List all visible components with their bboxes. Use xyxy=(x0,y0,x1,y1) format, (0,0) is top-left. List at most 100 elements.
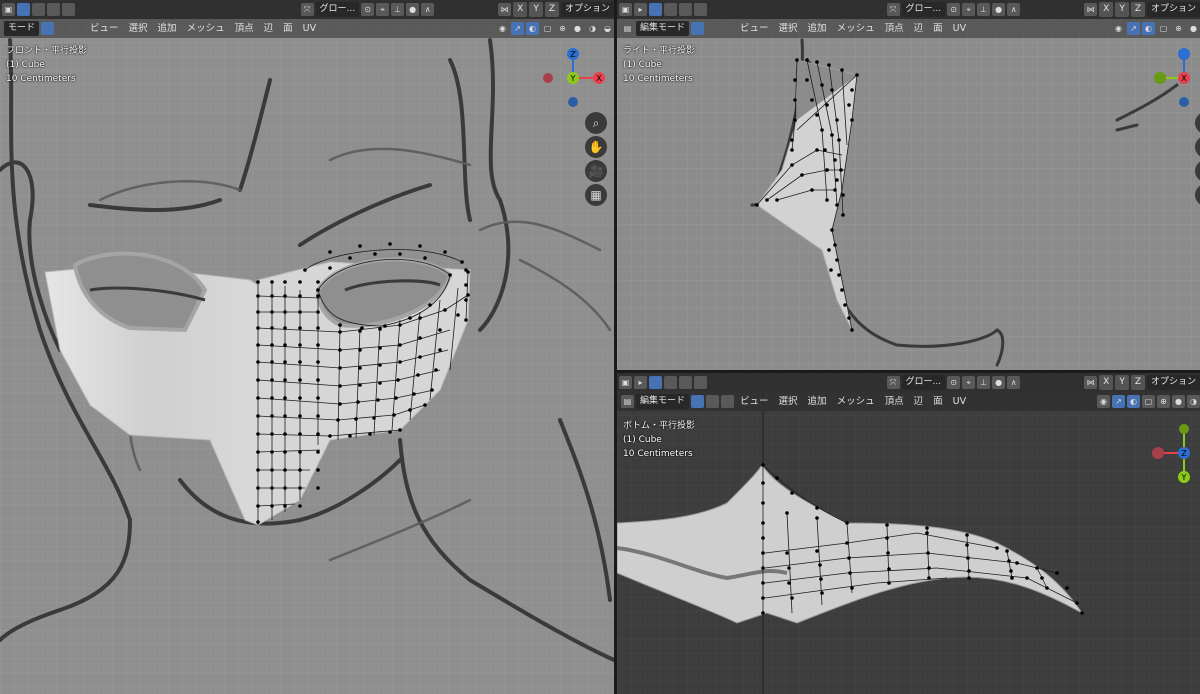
solid-shading-icon[interactable]: ● xyxy=(1187,22,1200,35)
options-dropdown[interactable]: オプション xyxy=(560,2,614,17)
mesh-vertex[interactable] xyxy=(833,243,837,247)
mesh-vertex[interactable] xyxy=(818,563,822,567)
mesh-vertex[interactable] xyxy=(466,293,470,297)
gizmo-toggle-icon[interactable]: ↗ xyxy=(1127,22,1140,35)
mesh-vertex[interactable] xyxy=(256,378,260,382)
mesh-vertex[interactable] xyxy=(787,581,791,585)
mesh-vertex[interactable] xyxy=(830,228,834,232)
mesh-vertex[interactable] xyxy=(316,378,320,382)
mesh-vertex[interactable] xyxy=(338,402,342,406)
mesh-vertex[interactable] xyxy=(270,414,274,418)
mesh-vertex[interactable] xyxy=(338,323,342,327)
axis-x-toggle[interactable]: X xyxy=(1099,2,1114,17)
mesh-vertex[interactable] xyxy=(820,128,824,132)
mesh-vertex[interactable] xyxy=(833,158,837,162)
select-subtract-icon[interactable] xyxy=(47,3,60,16)
mesh-vertex[interactable] xyxy=(298,504,302,508)
mesh-vertex[interactable] xyxy=(398,343,402,347)
mesh-vertex[interactable] xyxy=(843,303,847,307)
mesh-vertex[interactable] xyxy=(761,463,765,467)
mesh-vertex[interactable] xyxy=(256,294,260,298)
menu-face[interactable]: 面 xyxy=(929,394,947,409)
proportional-edit-icon[interactable]: ● xyxy=(992,376,1006,389)
mesh-vertex[interactable] xyxy=(348,256,352,260)
mesh-vertex[interactable] xyxy=(835,258,839,262)
mesh-vertex[interactable] xyxy=(428,303,432,307)
mesh-vertex[interactable] xyxy=(256,326,260,330)
mesh-vertex[interactable] xyxy=(965,533,969,537)
mesh-vertex[interactable] xyxy=(316,486,320,490)
nav-gizmo-front[interactable]: Z X Y xyxy=(538,44,608,114)
mesh-vertex[interactable] xyxy=(785,511,789,515)
falloff-icon[interactable]: ∧ xyxy=(1007,376,1021,389)
rendered-shading-icon[interactable]: ◒ xyxy=(601,22,614,35)
mesh-vertex[interactable] xyxy=(270,468,274,472)
mesh-vertex[interactable] xyxy=(885,536,889,540)
mesh-vertex[interactable] xyxy=(800,173,804,177)
axis-y-toggle[interactable]: Y xyxy=(1115,2,1129,17)
mesh-vertex[interactable] xyxy=(338,348,342,352)
mesh-vertex[interactable] xyxy=(850,118,854,122)
mesh-vertex[interactable] xyxy=(775,198,779,202)
menu-view[interactable]: ビュー xyxy=(86,21,123,36)
proportional-edit-icon[interactable]: ● xyxy=(992,3,1006,16)
solid-shading-icon[interactable]: ● xyxy=(571,22,584,35)
mesh-vertex[interactable] xyxy=(270,450,274,454)
mesh-vertex[interactable] xyxy=(354,417,358,421)
mesh-vertex[interactable] xyxy=(790,596,794,600)
mesh-vertex[interactable] xyxy=(316,326,320,330)
mesh-vertex[interactable] xyxy=(1005,549,1009,553)
viewport-bottom[interactable]: ▣ ▸ ⤧ グロー... ⊙ ⌖ ⊥ ● ∧ ⋈ X Y Z オプション ▤ 編… xyxy=(617,373,1200,694)
mesh-vertex[interactable] xyxy=(830,88,834,92)
mesh-vertex[interactable] xyxy=(790,138,794,142)
mesh-vertex[interactable] xyxy=(338,366,342,370)
mesh-vertex[interactable] xyxy=(256,432,260,436)
options-dropdown[interactable]: オプション xyxy=(1146,375,1200,390)
mode-dropdown[interactable]: モード xyxy=(4,21,40,36)
mesh-vertex[interactable] xyxy=(841,213,845,217)
mesh-vertex[interactable] xyxy=(256,280,260,284)
falloff-icon[interactable]: ∧ xyxy=(421,3,435,16)
axis-z-toggle[interactable]: Z xyxy=(1130,2,1145,17)
mesh-vertex[interactable] xyxy=(256,504,260,508)
select-extend-icon[interactable] xyxy=(664,3,677,16)
face-select-icon[interactable] xyxy=(721,395,735,408)
mesh-vertex[interactable] xyxy=(398,323,402,327)
vertex-select-icon[interactable] xyxy=(41,22,55,35)
mesh-vertex[interactable] xyxy=(378,346,382,350)
mesh-vertex[interactable] xyxy=(785,551,789,555)
mirror-icon[interactable]: ⋈ xyxy=(1084,3,1098,16)
nav-gizmo-right[interactable]: X xyxy=(1150,44,1200,114)
viewport-front[interactable]: ▣ ⤧ グロー... ⊙ ⌖ ⊥ ● ∧ ⋈ X Y Z オプション モード ビ… xyxy=(0,0,614,694)
menu-mesh[interactable]: メッシュ xyxy=(183,21,229,36)
mesh-vertex[interactable] xyxy=(761,551,765,555)
nav-gizmo-bottom[interactable]: Y Z xyxy=(1134,417,1200,487)
mesh-vertex[interactable] xyxy=(927,576,931,580)
mesh-vertex[interactable] xyxy=(464,268,468,272)
mesh-vertex[interactable] xyxy=(464,298,468,302)
mesh-vertex[interactable] xyxy=(256,520,260,524)
xray-icon[interactable]: ▢ xyxy=(1142,395,1155,408)
orientation-dropdown[interactable]: グロー... xyxy=(901,375,946,390)
proportional-edit-icon[interactable]: ● xyxy=(406,3,420,16)
mesh-vertex[interactable] xyxy=(283,310,287,314)
mesh-vertex[interactable] xyxy=(820,591,824,595)
mesh-vertex[interactable] xyxy=(847,316,851,320)
mesh-vertex[interactable] xyxy=(966,556,970,560)
mesh-vertex[interactable] xyxy=(378,327,382,331)
menu-add[interactable]: 追加 xyxy=(804,21,831,36)
mesh-vertex[interactable] xyxy=(283,378,287,382)
mesh-vertex[interactable] xyxy=(316,360,320,364)
axis-x-toggle[interactable]: X xyxy=(1099,375,1114,390)
mesh-vertex[interactable] xyxy=(316,432,320,436)
mesh-vertex[interactable] xyxy=(383,324,387,328)
mesh-vertex[interactable] xyxy=(840,288,844,292)
mesh-vertex[interactable] xyxy=(283,343,287,347)
select-tool-icon[interactable]: ▸ xyxy=(634,376,647,389)
mesh-vertex[interactable] xyxy=(270,326,274,330)
mesh-vertex[interactable] xyxy=(358,366,362,370)
mesh-vertex[interactable] xyxy=(418,244,422,248)
mesh-vertex[interactable] xyxy=(356,400,360,404)
mesh-vertex[interactable] xyxy=(270,360,274,364)
select-tool-icon[interactable]: ▸ xyxy=(634,3,647,16)
